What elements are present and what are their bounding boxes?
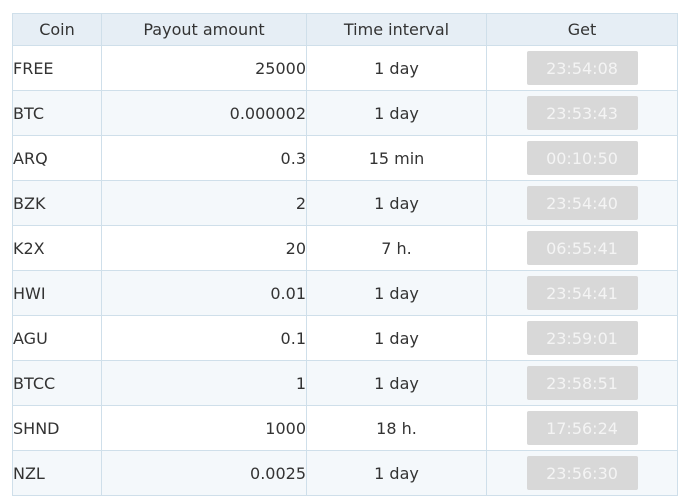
get-timer-button[interactable]: 23:54:08 bbox=[526, 51, 638, 85]
payout-amount-cell: 1000 bbox=[101, 405, 307, 451]
coin-cell: NZL bbox=[12, 450, 102, 496]
payout-amount-cell: 0.1 bbox=[101, 315, 307, 361]
time-interval-cell: 1 day bbox=[306, 45, 487, 91]
get-timer-button[interactable]: 23:56:30 bbox=[526, 456, 638, 490]
payout-amount-cell: 20 bbox=[101, 225, 307, 271]
table-row: AGU 0.1 1 day 23:59:01 bbox=[12, 315, 678, 361]
coin-cell: K2X bbox=[12, 225, 102, 271]
get-timer-button[interactable]: 23:58:51 bbox=[526, 366, 638, 400]
get-cell: 23:54:40 bbox=[486, 180, 678, 226]
coin-cell: HWI bbox=[12, 270, 102, 316]
get-cell: 23:56:30 bbox=[486, 450, 678, 496]
table-row: BTC 0.000002 1 day 23:53:43 bbox=[12, 90, 678, 136]
faucet-table-container: Coin Payout amount Time interval Get FRE… bbox=[12, 13, 678, 496]
table-row: HWI 0.01 1 day 23:54:41 bbox=[12, 270, 678, 316]
get-cell: 00:10:50 bbox=[486, 135, 678, 181]
time-interval-cell: 1 day bbox=[306, 180, 487, 226]
time-interval-cell: 1 day bbox=[306, 90, 487, 136]
column-header-get: Get bbox=[486, 13, 678, 46]
payout-amount-cell: 0.3 bbox=[101, 135, 307, 181]
get-cell: 23:54:41 bbox=[486, 270, 678, 316]
get-cell: 17:56:24 bbox=[486, 405, 678, 451]
get-timer-button[interactable]: 17:56:24 bbox=[526, 411, 638, 445]
time-interval-cell: 18 h. bbox=[306, 405, 487, 451]
table-row: NZL 0.0025 1 day 23:56:30 bbox=[12, 450, 678, 496]
payout-amount-cell: 0.000002 bbox=[101, 90, 307, 136]
table-header-row: Coin Payout amount Time interval Get bbox=[12, 13, 678, 46]
table-row: SHND 1000 18 h. 17:56:24 bbox=[12, 405, 678, 451]
time-interval-cell: 1 day bbox=[306, 360, 487, 406]
table-row: ARQ 0.3 15 min 00:10:50 bbox=[12, 135, 678, 181]
payout-amount-cell: 0.01 bbox=[101, 270, 307, 316]
get-cell: 23:58:51 bbox=[486, 360, 678, 406]
time-interval-cell: 7 h. bbox=[306, 225, 487, 271]
column-header-time-interval: Time interval bbox=[306, 13, 487, 46]
get-cell: 06:55:41 bbox=[486, 225, 678, 271]
coin-cell: BZK bbox=[12, 180, 102, 226]
payout-amount-cell: 0.0025 bbox=[101, 450, 307, 496]
column-header-payout-amount: Payout amount bbox=[101, 13, 307, 46]
time-interval-cell: 1 day bbox=[306, 315, 487, 361]
coin-cell: AGU bbox=[12, 315, 102, 361]
table-row: BZK 2 1 day 23:54:40 bbox=[12, 180, 678, 226]
time-interval-cell: 15 min bbox=[306, 135, 487, 181]
table-row: K2X 20 7 h. 06:55:41 bbox=[12, 225, 678, 271]
get-timer-button[interactable]: 00:10:50 bbox=[526, 141, 638, 175]
coin-cell: BTC bbox=[12, 90, 102, 136]
get-timer-button[interactable]: 23:53:43 bbox=[526, 96, 638, 130]
faucet-table: Coin Payout amount Time interval Get FRE… bbox=[12, 13, 678, 496]
payout-amount-cell: 1 bbox=[101, 360, 307, 406]
column-header-coin: Coin bbox=[12, 13, 102, 46]
get-cell: 23:59:01 bbox=[486, 315, 678, 361]
coin-cell: BTCC bbox=[12, 360, 102, 406]
get-timer-button[interactable]: 23:59:01 bbox=[526, 321, 638, 355]
coin-cell: SHND bbox=[12, 405, 102, 451]
table-row: FREE 25000 1 day 23:54:08 bbox=[12, 45, 678, 91]
time-interval-cell: 1 day bbox=[306, 270, 487, 316]
payout-amount-cell: 25000 bbox=[101, 45, 307, 91]
get-cell: 23:53:43 bbox=[486, 90, 678, 136]
time-interval-cell: 1 day bbox=[306, 450, 487, 496]
get-timer-button[interactable]: 23:54:41 bbox=[526, 276, 638, 310]
table-row: BTCC 1 1 day 23:58:51 bbox=[12, 360, 678, 406]
payout-amount-cell: 2 bbox=[101, 180, 307, 226]
coin-cell: ARQ bbox=[12, 135, 102, 181]
coin-cell: FREE bbox=[12, 45, 102, 91]
get-timer-button[interactable]: 23:54:40 bbox=[526, 186, 638, 220]
get-cell: 23:54:08 bbox=[486, 45, 678, 91]
get-timer-button[interactable]: 06:55:41 bbox=[526, 231, 638, 265]
